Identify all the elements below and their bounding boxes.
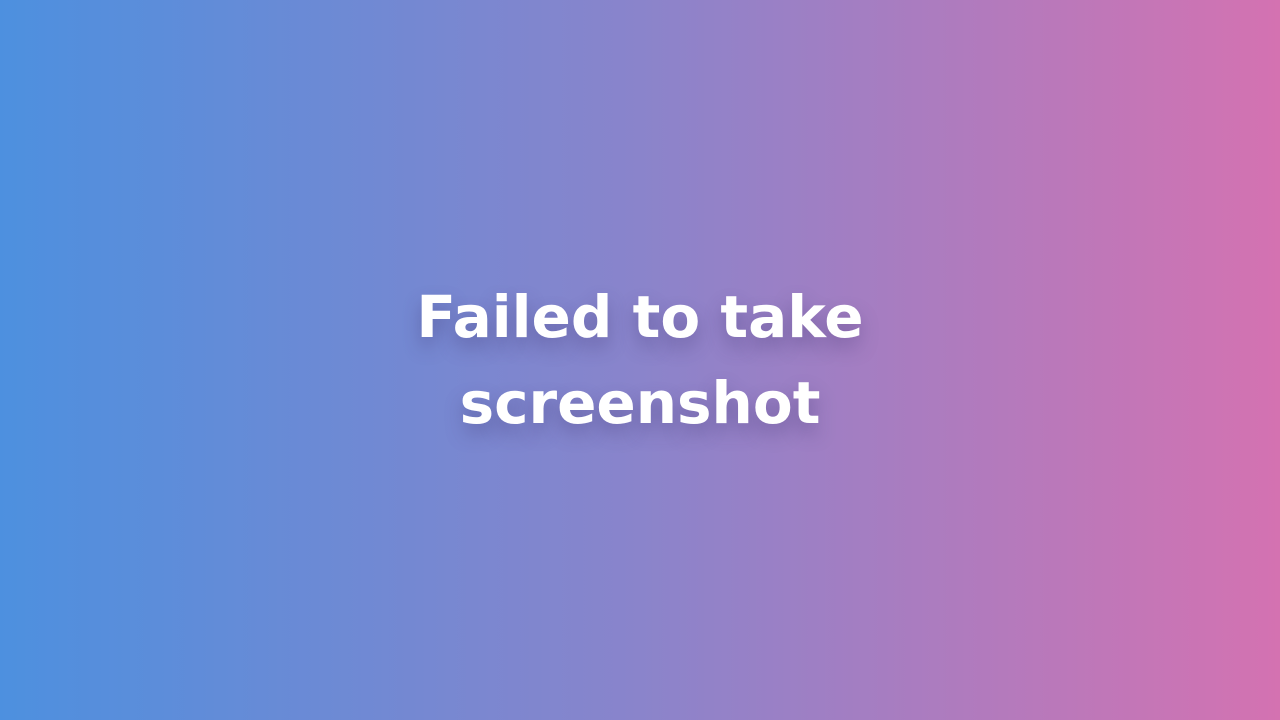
error-message: Failed to take screenshot xyxy=(416,274,863,446)
error-message-line-2: screenshot xyxy=(459,369,821,437)
error-message-line-1: Failed to take xyxy=(416,283,864,351)
error-screen: Failed to take screenshot xyxy=(0,0,1280,720)
